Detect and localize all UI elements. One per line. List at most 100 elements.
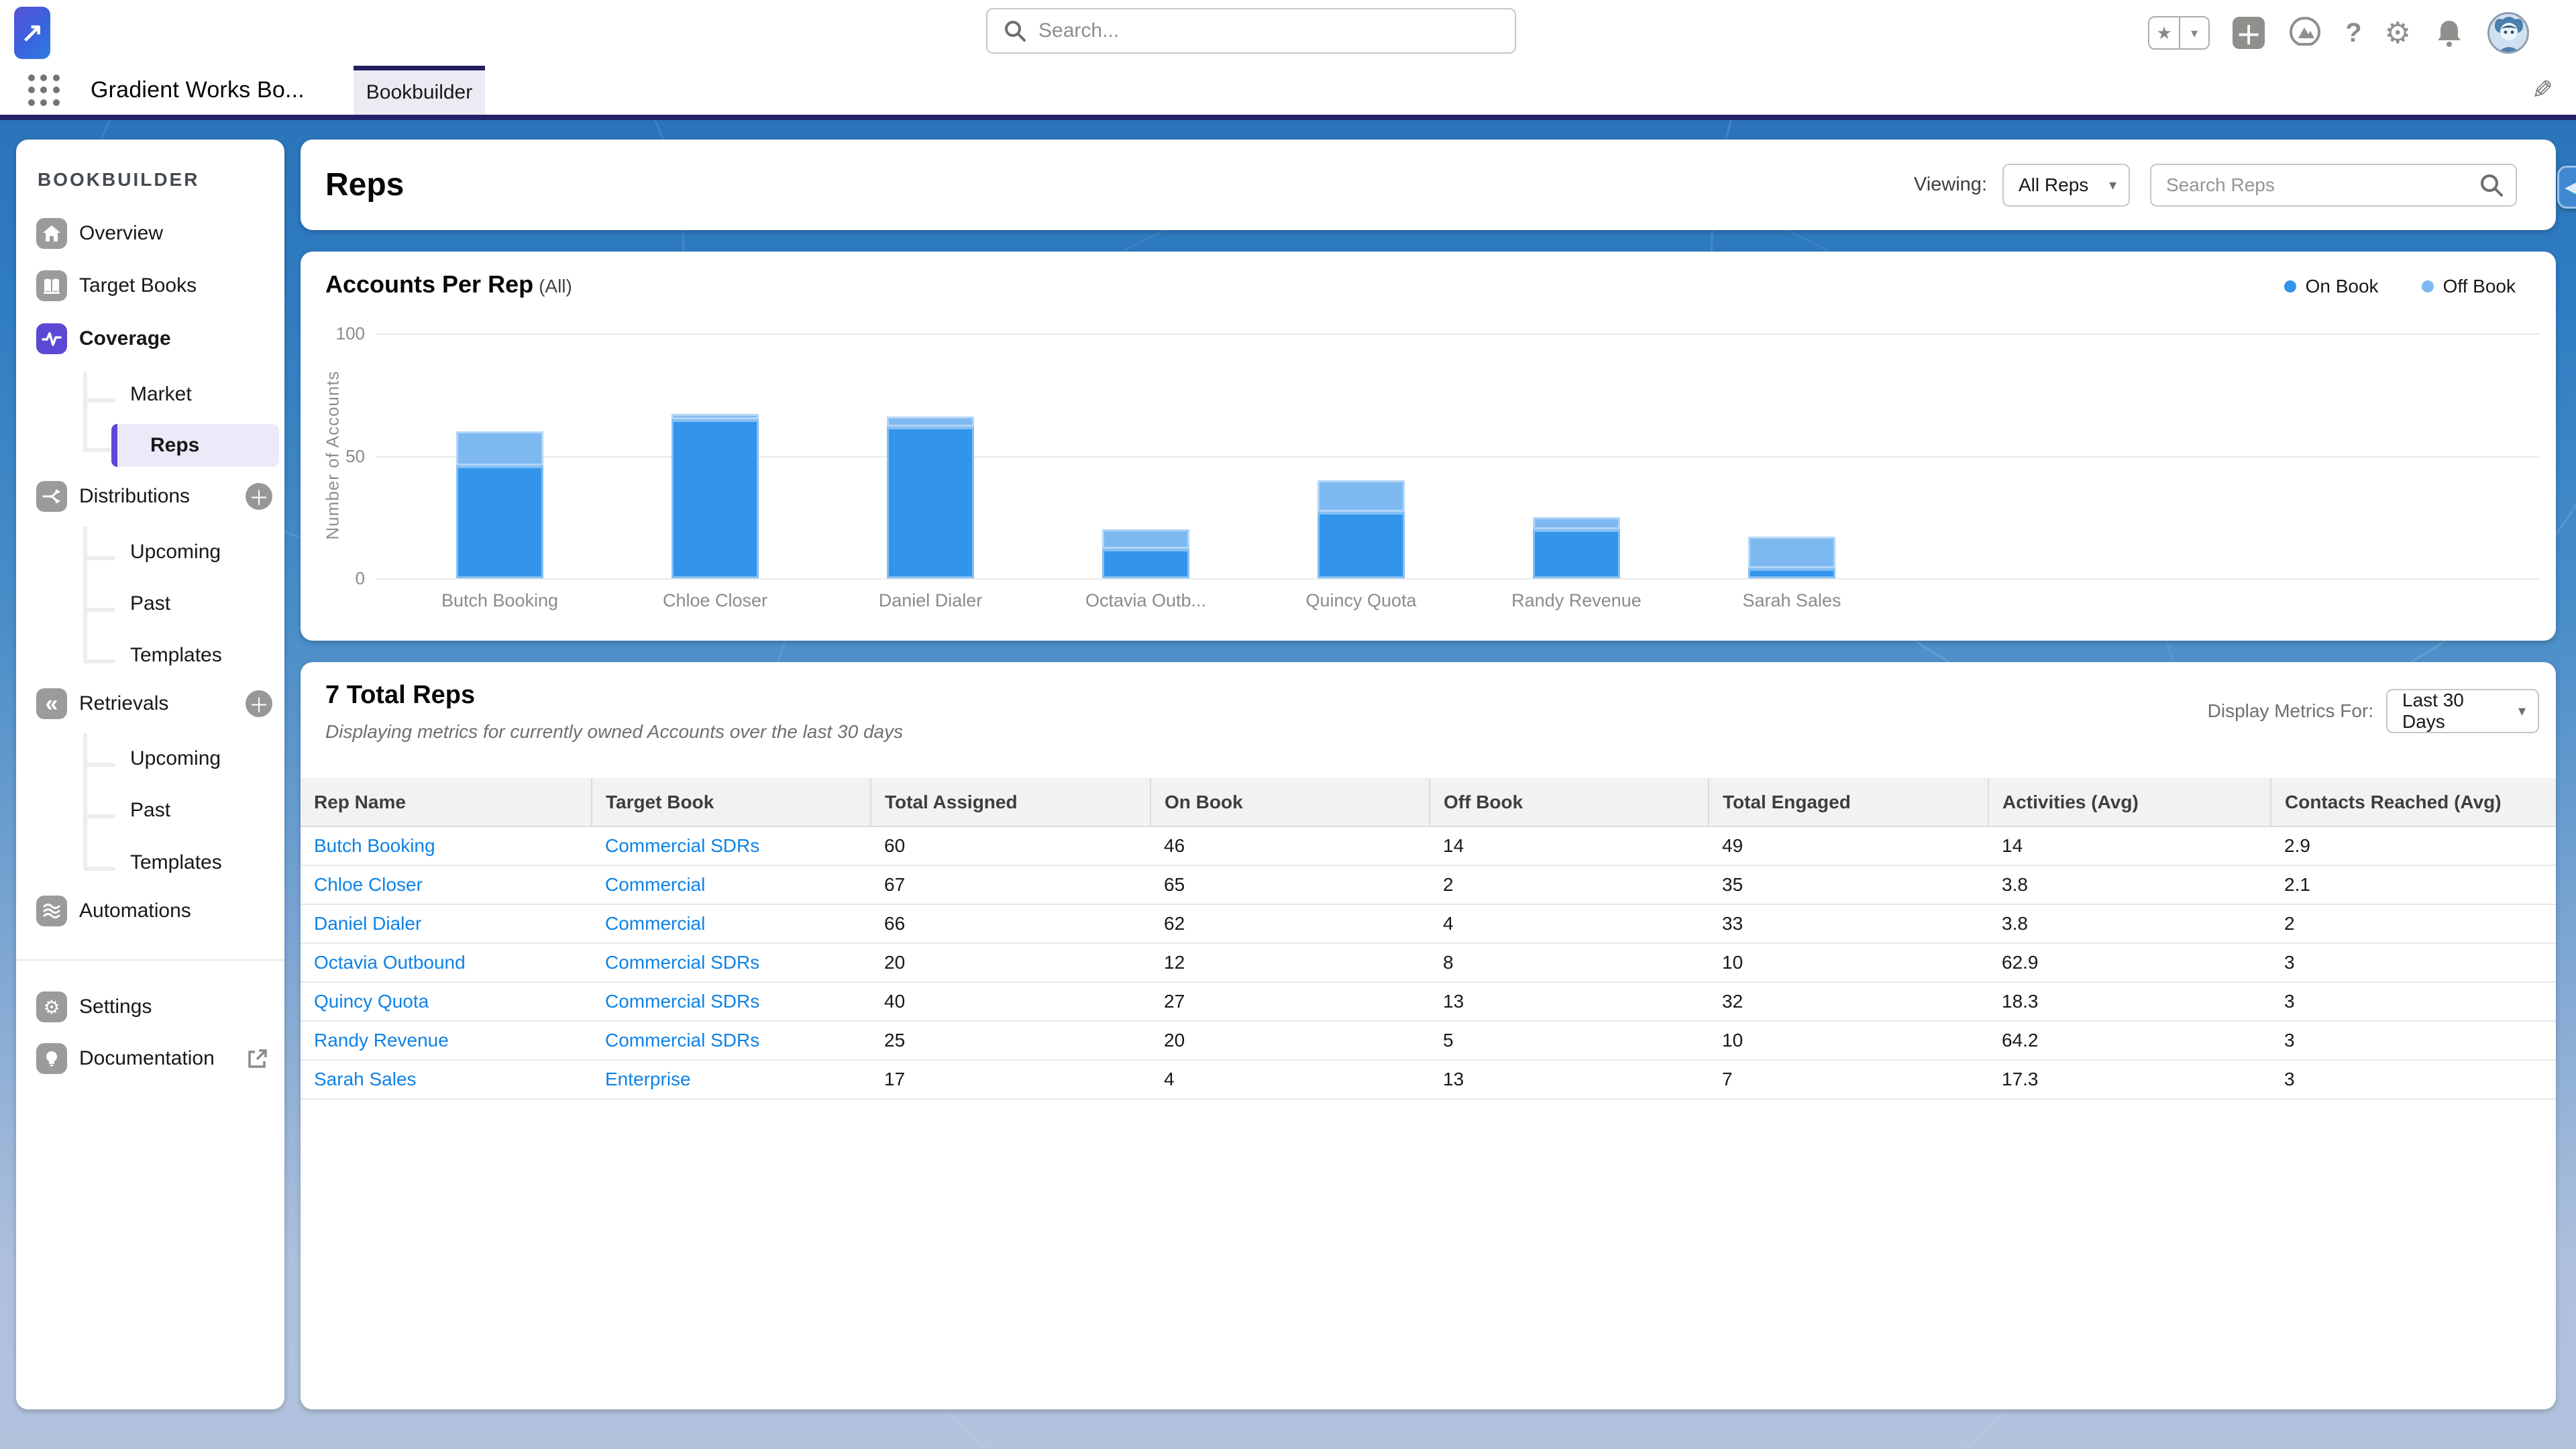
cell-activities-avg: 3.8: [1988, 904, 2271, 944]
add-distribution-button[interactable]: ＋: [246, 483, 272, 510]
col-total-engaged[interactable]: Total Engaged: [1708, 778, 1988, 827]
cell-on-book: 20: [1150, 1021, 1430, 1061]
bar-quincy-quota[interactable]: [1318, 480, 1405, 578]
app-launcher-waffle-icon[interactable]: [28, 74, 60, 107]
app-name[interactable]: Gradient Works Bo...: [91, 66, 305, 115]
tab-bookbuilder[interactable]: Bookbuilder: [354, 66, 485, 115]
bar-segment-off-book[interactable]: [1533, 517, 1620, 529]
bar-segment-off-book[interactable]: [1748, 536, 1835, 569]
cell-contacts-reached-avg: 2.1: [2271, 865, 2556, 905]
cell-rep-name: Randy Revenue: [301, 1021, 592, 1061]
accounts-per-rep-chart-card: Accounts Per Rep (All) On Book Off Book N…: [301, 252, 2556, 641]
sidebar-item-market[interactable]: Market: [16, 373, 284, 416]
sidebar-item-retrievals-upcoming[interactable]: Upcoming: [16, 737, 284, 780]
cell-total-assigned: 17: [871, 1060, 1150, 1099]
gradient-works-logo-icon[interactable]: ↗: [14, 7, 50, 59]
sidebar-item-target-books[interactable]: Target Books: [16, 264, 284, 307]
bar-butch-booking[interactable]: [456, 431, 543, 578]
bar-segment-off-book[interactable]: [1102, 529, 1189, 549]
favorites-button[interactable]: ★ ▾: [2148, 16, 2210, 50]
bar-segment-off-book[interactable]: [1318, 480, 1405, 513]
help-icon[interactable]: ?: [2345, 18, 2361, 48]
col-activities-avg[interactable]: Activities (Avg): [1988, 778, 2271, 827]
bar-segment-on-book[interactable]: [1533, 529, 1620, 578]
search-reps-box[interactable]: [2150, 164, 2517, 207]
sidebar-item-retrievals-past[interactable]: Past: [16, 789, 284, 832]
target-book-link[interactable]: Commercial SDRs: [605, 952, 759, 973]
sidebar-item-distributions-past[interactable]: Past: [16, 582, 284, 625]
rep-name-link[interactable]: Daniel Dialer: [314, 913, 421, 934]
col-contacts-reached-avg[interactable]: Contacts Reached (Avg): [2270, 778, 2556, 827]
bar-daniel-dialer[interactable]: [887, 417, 974, 578]
star-icon[interactable]: ★: [2149, 17, 2180, 48]
bar-segment-on-book[interactable]: [1748, 568, 1835, 578]
cell-off-book: 4: [1430, 904, 1709, 944]
sidebar-item-documentation[interactable]: Documentation: [16, 1037, 284, 1080]
bar-segment-off-book[interactable]: [887, 417, 974, 427]
user-avatar[interactable]: [2487, 12, 2529, 54]
setup-gear-icon[interactable]: ⚙: [2385, 16, 2411, 50]
col-target-book[interactable]: Target Book: [591, 778, 871, 827]
bar-segment-on-book[interactable]: [672, 419, 759, 578]
rep-name-link[interactable]: Quincy Quota: [314, 991, 429, 1012]
sidebar-item-automations[interactable]: Automations: [16, 890, 284, 932]
collapse-panel-toggle[interactable]: ◀: [2557, 166, 2576, 209]
col-total-assigned[interactable]: Total Assigned: [870, 778, 1150, 827]
target-book-link[interactable]: Commercial SDRs: [605, 1030, 759, 1051]
sidebar-item-retrievals-templates[interactable]: Templates: [16, 841, 284, 884]
target-book-link[interactable]: Commercial: [605, 913, 705, 934]
quick-create-button[interactable]: ＋: [2233, 17, 2265, 50]
search-reps-input[interactable]: [2166, 174, 2479, 196]
sidebar-item-distributions[interactable]: Distributions ＋: [16, 475, 284, 518]
distribution-split-icon: [36, 481, 67, 512]
global-search-input[interactable]: [1038, 19, 1441, 42]
col-rep-name[interactable]: Rep Name: [301, 778, 592, 827]
bar-segment-on-book[interactable]: [456, 466, 543, 578]
bar-segment-on-book[interactable]: [1318, 512, 1405, 578]
bar-randy-revenue[interactable]: [1533, 517, 1620, 578]
sidebar-item-retrievals[interactable]: « Retrievals ＋: [16, 682, 284, 725]
rep-name-link[interactable]: Sarah Sales: [314, 1069, 417, 1089]
rep-name-link[interactable]: Butch Booking: [314, 835, 435, 856]
target-book-link[interactable]: Commercial SDRs: [605, 991, 759, 1012]
search-icon: [1005, 21, 1026, 42]
rep-name-link[interactable]: Chloe Closer: [314, 874, 423, 895]
target-book-link[interactable]: Commercial SDRs: [605, 835, 759, 856]
bar-segment-off-book[interactable]: [672, 414, 759, 419]
display-metrics-dropdown[interactable]: Last 30 Days ▾: [2386, 689, 2539, 733]
bar-segment-on-book[interactable]: [887, 426, 974, 578]
sidebar-item-distributions-templates[interactable]: Templates: [16, 634, 284, 677]
notifications-bell-icon[interactable]: [2434, 17, 2465, 48]
cell-activities-avg: 3.8: [1988, 865, 2271, 905]
edit-nav-pencil-icon[interactable]: ✎: [2532, 66, 2553, 115]
trailhead-icon[interactable]: [2288, 15, 2322, 50]
sidebar-item-distributions-upcoming[interactable]: Upcoming: [16, 531, 284, 574]
sidebar-item-coverage[interactable]: Coverage: [16, 317, 284, 360]
total-reps-title: 7 Total Reps: [325, 681, 476, 709]
bar-chloe-closer[interactable]: [672, 414, 759, 578]
col-on-book[interactable]: On Book: [1150, 778, 1430, 827]
favorites-caret-icon[interactable]: ▾: [2179, 17, 2209, 48]
cell-target-book: Commercial SDRs: [592, 826, 871, 866]
table-row: Octavia Outbound Commercial SDRs 20 12 8 10 62…: [301, 943, 2556, 983]
utility-bar: ↗ ★ ▾ ＋ ? ⚙: [0, 0, 2576, 66]
add-retrieval-button[interactable]: ＋: [246, 690, 272, 717]
global-search[interactable]: [986, 8, 1516, 54]
bar-octavia-outbound[interactable]: [1102, 529, 1189, 578]
col-off-book[interactable]: Off Book: [1429, 778, 1709, 827]
cell-on-book: 62: [1150, 904, 1430, 944]
rep-name-link[interactable]: Octavia Outbound: [314, 952, 466, 973]
sidebar-item-overview[interactable]: Overview: [16, 212, 284, 255]
sidebar-item-label: Upcoming: [130, 541, 221, 563]
sidebar-item-reps-selected[interactable]: Reps: [16, 424, 284, 467]
bar-segment-off-book[interactable]: [456, 431, 543, 466]
target-book-link[interactable]: Commercial: [605, 874, 705, 895]
rep-name-link[interactable]: Randy Revenue: [314, 1030, 449, 1051]
sidebar-item-settings[interactable]: ⚙ Settings: [16, 985, 284, 1028]
viewing-dropdown[interactable]: All Reps ▾: [2002, 164, 2130, 207]
target-book-link[interactable]: Enterprise: [605, 1069, 691, 1089]
cell-target-book: Commercial: [592, 904, 871, 944]
bar-sarah-sales[interactable]: [1748, 536, 1835, 578]
sidebar-item-label: Overview: [79, 222, 164, 244]
bar-segment-on-book[interactable]: [1102, 549, 1189, 578]
